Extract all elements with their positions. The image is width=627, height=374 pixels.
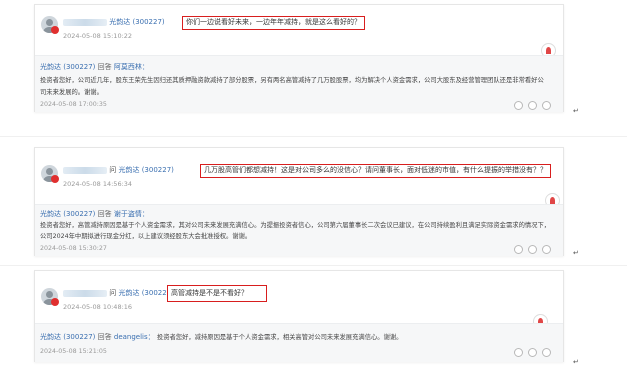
answer-reply-word: 回答 [97, 333, 112, 341]
paragraph-mark: ↵ [573, 358, 579, 366]
answer-meta: 光韵达 (300227) 回答 谢于盗情： [40, 209, 149, 219]
question-date: 2024-05-08 10:48:16 [63, 303, 133, 311]
answer-date: 2024-05-08 15:30:27 [40, 245, 107, 252]
paragraph-mark: ↵ [573, 107, 579, 115]
comment-icon[interactable] [528, 348, 537, 357]
comment-icon[interactable] [528, 245, 537, 254]
user-name-redacted[interactable] [63, 289, 107, 297]
page: 光韵达 (300227) 你们一边说看好未来，一边年年减持，就是这么看好的？ 2… [0, 0, 627, 374]
answer-date: 2024-05-08 17:00:35 [40, 101, 107, 108]
answer-user-link[interactable]: deangelis： [114, 333, 155, 341]
like-icon[interactable] [514, 348, 523, 357]
qa-card: 问 光韵达 (300227) 几万股高管们都想减持！这是对公司多么的没信心？请问… [34, 147, 564, 256]
answer-block: 光韵达 (300227) 回答 谢于盗情： 投资者您好，高管减持原因是基于个人资… [35, 204, 563, 256]
answer-actions [514, 101, 551, 110]
qa-card: 问 光韵达 (300227) 高管减持是不是不看好？ 2024-05-08 10… [34, 270, 564, 362]
question-text: 你们一边说看好未来，一边年年减持，就是这么看好的？ [182, 16, 365, 30]
answer-date: 2024-05-08 15:21:05 [40, 348, 107, 355]
answer-company-link[interactable]: 光韵达 (300227) [40, 63, 95, 71]
question-text: 高管减持是不是不看好？ [167, 285, 267, 302]
answer-text: 投资者您好，公司近几年，股东王荣先生因归还其质押融资款减持了部分股票，另有两名高… [40, 77, 544, 96]
question-date: 2024-05-08 14:56:34 [63, 180, 133, 188]
like-icon[interactable] [514, 101, 523, 110]
user-name-redacted[interactable] [63, 18, 107, 26]
answer-user-link[interactable]: 谢于盗情： [114, 210, 149, 218]
paragraph-mark: ↵ [573, 249, 579, 257]
answer-reply-word: 回答 [97, 210, 112, 218]
answer-actions [514, 348, 551, 357]
answer-company-link[interactable]: 光韵达 (300227) [40, 210, 95, 218]
divider [0, 265, 627, 266]
answer-company-link[interactable]: 光韵达 (300227) [40, 333, 95, 341]
question-meta: 问 光韵达 (300227) [63, 287, 174, 299]
answer-text: 投资者您好，高管减持原因是基于个人资金需求，其对公司未来发展充满信心。为提振投资… [40, 222, 551, 240]
question-meta: 问 光韵达 (300227) [63, 164, 174, 176]
like-icon[interactable] [514, 245, 523, 254]
verified-badge-icon [51, 26, 59, 34]
user-name-redacted[interactable] [63, 166, 107, 174]
question-text: 几万股高管们都想减持！这是对公司多么的没信心？请问董事长，面对低迷的市值，有什么… [200, 164, 551, 178]
answer-text: 投资者您好，减持原因是基于个人资金需求，相关高管对公司未来发展充满信心。谢谢。 [156, 334, 403, 341]
answer-block: 光韵达 (300227) 回答 deangelis： 投资者您好，减持原因是基于… [35, 323, 563, 362]
comment-icon[interactable] [528, 101, 537, 110]
qa-card: 光韵达 (300227) 你们一边说看好未来，一边年年减持，就是这么看好的？ 2… [34, 4, 564, 112]
company-link[interactable]: 光韵达 (300227) [118, 289, 173, 297]
company-link[interactable]: 光韵达 (300227) [118, 166, 173, 174]
answer-reply-word: 回答 [97, 63, 112, 71]
answer-meta: 光韵达 (300227) 回答 deangelis： 投资者您好，减持原因是基于… [40, 332, 402, 342]
question-block: 问 光韵达 (300227) 几万股高管们都想减持！这是对公司多么的没信心？请问… [35, 148, 563, 212]
share-icon[interactable] [542, 245, 551, 254]
answer-block: 光韵达 (300227) 回答 阿莫西林： 投资者您好，公司近几年，股东王荣先生… [35, 55, 563, 112]
answer-user-link[interactable]: 阿莫西林： [114, 63, 149, 71]
verified-badge-icon [51, 298, 59, 306]
question-verb: 问 [109, 166, 117, 174]
share-icon[interactable] [542, 348, 551, 357]
answer-actions [514, 245, 551, 254]
share-icon[interactable] [542, 101, 551, 110]
question-date: 2024-05-08 15:10:22 [63, 32, 133, 40]
divider [0, 136, 627, 137]
answer-meta: 光韵达 (300227) 回答 阿莫西林： [40, 62, 149, 72]
question-meta: 光韵达 (300227) [63, 16, 165, 28]
company-link[interactable]: 光韵达 (300227) [109, 18, 164, 26]
verified-badge-icon [51, 175, 59, 183]
question-verb: 问 [109, 289, 117, 297]
